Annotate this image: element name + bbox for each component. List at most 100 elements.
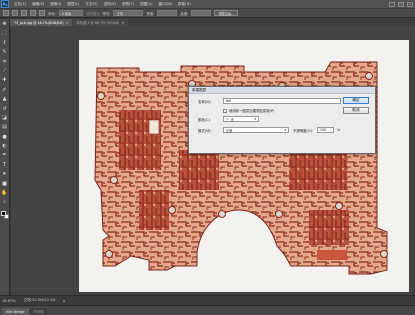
brush-tool-icon[interactable]: ✐	[1, 87, 8, 94]
gradient-tool-icon[interactable]: ▤	[1, 124, 8, 131]
eyedropper-tool-icon[interactable]: ⁄	[1, 68, 8, 75]
chevron-right-icon: ›	[329, 128, 331, 132]
dialog-title: 新建图层	[189, 87, 375, 94]
style-select[interactable]: 正常	[113, 10, 144, 16]
mode-select[interactable]: 正常 ▾	[223, 127, 289, 133]
menu-layer[interactable]: 图层(L)	[64, 2, 82, 7]
mode-row: 模式(M):	[198, 128, 212, 133]
menu-view[interactable]: 视图(V)	[137, 2, 155, 7]
bottom-panel: Mini Bridge 时间轴	[0, 305, 415, 315]
eraser-tool-icon[interactable]: ◪	[1, 115, 8, 122]
add-selection-icon[interactable]	[21, 10, 27, 16]
lasso-tool-icon[interactable]: ℓ	[1, 40, 8, 47]
layer-name-input[interactable]: bai	[223, 98, 341, 104]
tab-timeline[interactable]: 时间轴	[29, 308, 48, 315]
menu-filter[interactable]: 滤镜(T)	[119, 2, 137, 7]
minimize-icon[interactable]: –	[389, 1, 395, 7]
opacity-row: 不透明度(O):	[293, 128, 313, 133]
move-tool-icon[interactable]: ✥	[1, 21, 8, 28]
name-row: 名称(N):	[198, 99, 211, 104]
opacity-label: 不透明度(O):	[293, 129, 314, 133]
height-label: 高度:	[180, 11, 189, 16]
cancel-button[interactable]: 取消	[343, 107, 369, 114]
mode-label: 模式(M):	[198, 129, 212, 133]
pen-tool-icon[interactable]: ✒	[1, 152, 8, 159]
clone-stamp-icon[interactable]: ▲	[1, 96, 8, 103]
document-canvas-area[interactable]: 新建图层 名称(N): bai 使用前一图层创建剪贴蒙版(P) 颜色(C): ✕…	[11, 26, 415, 295]
toolbox: ✥ ⬚ ℓ ✎ ⌗ ⁄ ✚ ✐ ▲ ↺ ◪ ▤ ● ◐ ✒ T ➤ ■ ✋ ⌕	[0, 19, 10, 295]
opacity-unit-row: %	[337, 128, 340, 132]
height-input[interactable]	[191, 10, 212, 16]
color-row: 颜色(C):	[198, 117, 211, 122]
type-tool-icon[interactable]: T	[1, 162, 8, 169]
crop-tool-icon[interactable]: ⌗	[1, 59, 8, 66]
subtract-selection-icon[interactable]	[30, 10, 36, 16]
quick-select-tool-icon[interactable]: ✎	[1, 49, 8, 56]
window-controls: – □ ×	[389, 1, 415, 7]
clip-row: 使用前一图层创建剪贴蒙版(P)	[223, 108, 274, 113]
chevron-down-icon: ▾	[284, 128, 286, 132]
close-icon[interactable]: ×	[407, 1, 413, 7]
menu-file[interactable]: 文件(F)	[11, 2, 29, 7]
color-select-value: 无	[230, 117, 234, 122]
status-menu-arrow-icon[interactable]: ▸	[64, 299, 66, 303]
document-tabs: 75_pcb.jpg @ 16.7%(RGB/8#) × 未标题-1 @ 66.…	[10, 19, 415, 26]
blur-tool-icon[interactable]: ●	[1, 134, 8, 141]
menu-bar: Ps 文件(F) 编辑(E) 图像(I) 图层(L) 文字(Y) 选择(S) 滤…	[0, 0, 415, 9]
foreground-color-swatch[interactable]	[0, 210, 6, 216]
maximize-icon[interactable]: □	[398, 1, 404, 7]
document-size: 文档:52.5M/52.5M	[23, 298, 56, 302]
opacity-value: 100	[320, 128, 327, 132]
shape-tool-icon[interactable]: ■	[1, 181, 8, 188]
intersect-selection-icon[interactable]	[39, 10, 45, 16]
menu-window[interactable]: 窗口(W)	[156, 2, 176, 7]
hand-tool-icon[interactable]: ✋	[1, 190, 8, 197]
tab-label: 75_pcb.jpg @ 16.7%(RGB/8#)	[14, 20, 64, 25]
mode-select-value: 正常	[226, 128, 233, 133]
current-tool-icon[interactable]	[3, 10, 9, 16]
status-bar: 16.67% 文档:52.5M/52.5M ▸	[0, 295, 415, 305]
name-label: 名称(N):	[198, 100, 212, 104]
new-layer-dialog: 新建图层 名称(N): bai 使用前一图层创建剪贴蒙版(P) 颜色(C): ✕…	[188, 86, 376, 154]
document-canvas[interactable]	[79, 40, 409, 292]
color-swatches[interactable]	[0, 210, 9, 220]
pcb-board-image	[94, 61, 388, 275]
opacity-unit: %	[337, 128, 341, 132]
feather-label: 羽化:	[48, 11, 56, 16]
photoshop-logo-icon: Ps	[1, 0, 9, 8]
style-label: 样式:	[102, 11, 111, 16]
close-icon[interactable]: ×	[121, 21, 124, 25]
menu-image[interactable]: 图像(I)	[47, 2, 64, 7]
refine-edge-button[interactable]: 调整边缘...	[214, 10, 239, 16]
history-brush-icon[interactable]: ↺	[1, 106, 8, 113]
tab-pcb-document[interactable]: 75_pcb.jpg @ 16.7%(RGB/8#) ×	[10, 19, 73, 26]
ok-button[interactable]: 确定	[343, 97, 369, 104]
tab-mini-bridge[interactable]: Mini Bridge	[2, 308, 29, 315]
feather-input[interactable]: 0 像素	[58, 10, 83, 16]
width-input[interactable]	[157, 10, 178, 16]
color-select[interactable]: ✕ 无 ▾	[223, 116, 259, 122]
color-label: 颜色(C):	[198, 118, 211, 122]
menu-select[interactable]: 选择(S)	[101, 2, 119, 7]
zoom-level[interactable]: 16.67%	[2, 299, 16, 303]
menu-help[interactable]: 帮助(H)	[175, 2, 194, 7]
no-color-icon: ✕	[226, 117, 229, 121]
healing-brush-icon[interactable]: ✚	[1, 77, 8, 84]
menu-edit[interactable]: 编辑(E)	[29, 2, 47, 7]
options-bar: 羽化: 0 像素 消除锯齿 样式: 正常 宽度: 高度: 调整边缘...	[0, 9, 415, 18]
menu-type[interactable]: 文字(Y)	[82, 2, 100, 7]
opacity-input[interactable]: 100 ›	[317, 127, 334, 133]
clip-mask-checkbox[interactable]	[223, 108, 227, 113]
zoom-tool-icon[interactable]: ⌕	[1, 199, 8, 206]
width-label: 宽度:	[146, 11, 155, 16]
antialias-checkbox[interactable]: 消除锯齿	[86, 11, 100, 16]
clip-mask-label: 使用前一图层创建剪贴蒙版(P)	[229, 109, 275, 113]
dodge-tool-icon[interactable]: ◐	[1, 143, 8, 150]
close-icon[interactable]: ×	[66, 21, 69, 25]
new-selection-icon[interactable]	[12, 10, 18, 16]
tab-untitled-document[interactable]: 未标题-1 @ 66.7% (RGB/8) ×	[72, 19, 129, 26]
tab-label: 未标题-1 @ 66.7% (RGB/8)	[76, 21, 120, 25]
chevron-down-icon: ▾	[254, 117, 256, 121]
path-select-tool-icon[interactable]: ➤	[1, 171, 8, 178]
marquee-tool-icon[interactable]: ⬚	[1, 30, 8, 37]
